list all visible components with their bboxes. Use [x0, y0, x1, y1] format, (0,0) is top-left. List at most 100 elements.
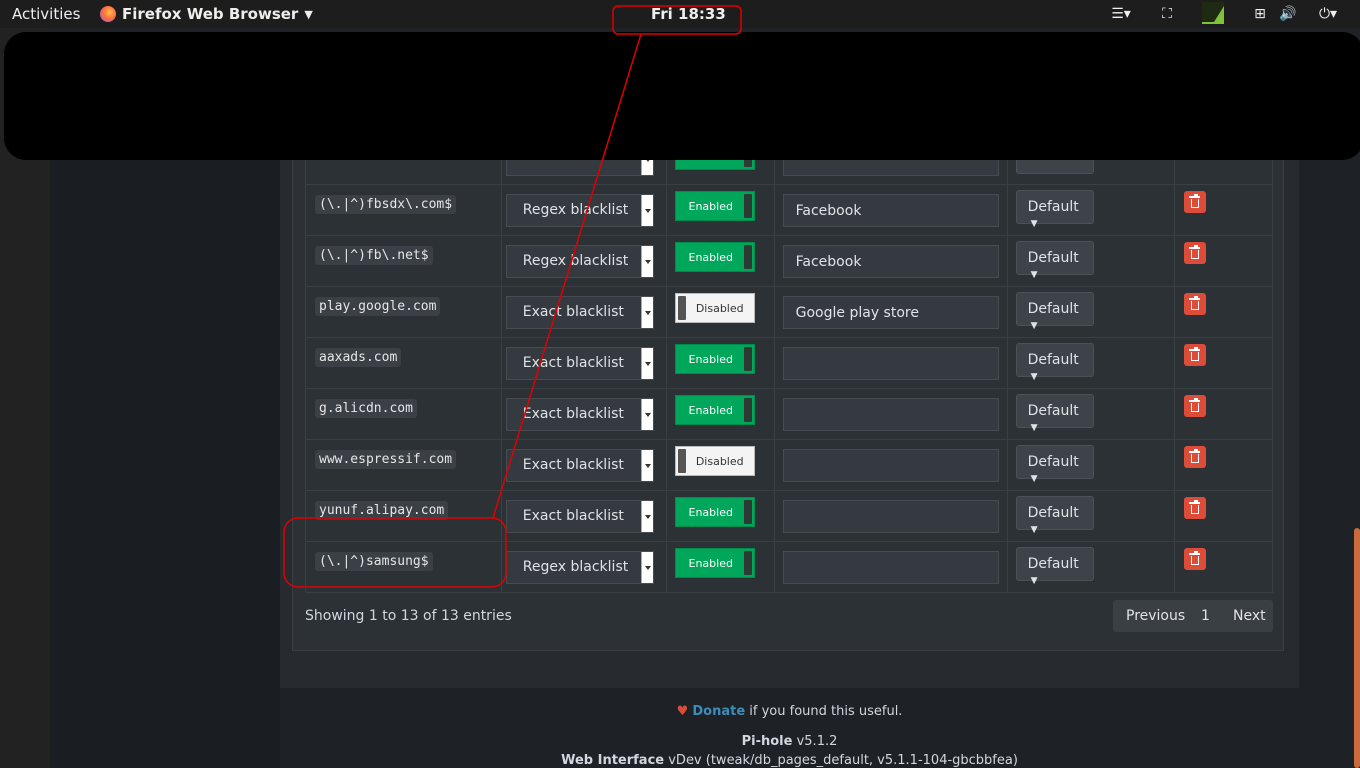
- group-label: Default: [1027, 555, 1079, 572]
- gnome-top-bar: Activities Firefox Web Browser ▼ Fri 18:…: [0, 0, 1360, 28]
- trash-icon: [1189, 194, 1201, 208]
- status-toggle[interactable]: Enabled: [674, 497, 755, 527]
- delete-button[interactable]: [1184, 344, 1207, 366]
- pihole-label: Pi-hole: [741, 734, 793, 749]
- caret-down-icon: ▼: [1030, 218, 1038, 229]
- trash-icon: [1189, 500, 1201, 514]
- type-select-value: Exact blacklist: [522, 303, 624, 320]
- type-select[interactable]: Exact blacklist: [505, 448, 654, 482]
- status-label: Disabled: [695, 455, 744, 468]
- network-icon[interactable]: ⊞: [1250, 4, 1270, 24]
- group-button[interactable]: Default ▼: [1015, 546, 1094, 586]
- previous-button[interactable]: Previous: [1126, 608, 1185, 624]
- group-button[interactable]: Default ▼: [1015, 342, 1094, 382]
- type-select[interactable]: Exact blacklist: [505, 295, 654, 329]
- caret-down-icon: ▼: [1030, 575, 1038, 586]
- domain-code: g.alicdn.com: [315, 399, 417, 418]
- web-interface-version-line: Web Interface vDev (tweak/db_pages_defau…: [280, 753, 1299, 768]
- delete-button[interactable]: [1184, 242, 1207, 264]
- power-icon[interactable]: ⏻▾: [1308, 4, 1348, 24]
- comment-input[interactable]: Google play store: [782, 295, 999, 329]
- status-label: Enabled: [688, 251, 733, 264]
- comment-input[interactable]: [782, 550, 999, 584]
- status-label: Enabled: [688, 557, 733, 570]
- table-row: play.google.com Exact blacklist Disabled…: [305, 286, 1273, 338]
- table-row: g.alicdn.com Exact blacklist Enabled Def…: [305, 388, 1273, 440]
- comment-input[interactable]: Facebook: [782, 193, 999, 227]
- domain-code: (\.|^)samsung$: [315, 552, 433, 571]
- status-toggle[interactable]: Enabled: [674, 344, 755, 374]
- table-row: (\.|^)samsung$ Regex blacklist Enabled D…: [305, 541, 1273, 593]
- domain-code: yunuf.alipay.com: [315, 501, 449, 520]
- type-select[interactable]: Exact blacklist: [505, 499, 654, 533]
- next-button[interactable]: Next: [1233, 608, 1266, 624]
- status-toggle[interactable]: Enabled: [674, 548, 755, 578]
- app-menu-button[interactable]: Firefox Web Browser ▼: [100, 5, 313, 23]
- group-button[interactable]: Default ▼: [1015, 393, 1094, 433]
- donate-line: ♥ Donate if you found this useful.: [280, 704, 1299, 719]
- donate-link[interactable]: Donate: [692, 704, 745, 719]
- menu-icon[interactable]: ☰▾: [1108, 4, 1134, 24]
- app-name: Firefox Web Browser: [122, 5, 299, 23]
- status-toggle[interactable]: Enabled: [674, 191, 755, 221]
- status-toggle[interactable]: Disabled: [674, 446, 755, 476]
- table-row: (\.|^)fbsdx\.com$ Regex blacklist Enable…: [305, 184, 1273, 236]
- delete-button[interactable]: [1184, 548, 1207, 570]
- comment-input[interactable]: [782, 397, 999, 431]
- status-toggle[interactable]: Disabled: [674, 293, 755, 323]
- group-label: Default: [1027, 198, 1079, 215]
- footer: ♥ Donate if you found this useful. Pi-ho…: [280, 688, 1299, 768]
- domain-code: (\.|^)fbsdx\.com$: [315, 195, 457, 214]
- status-toggle[interactable]: Enabled: [674, 395, 755, 425]
- table-row: www.espressif.com Exact blacklist Disabl…: [305, 439, 1273, 491]
- chevron-down-icon: ▼: [304, 7, 313, 21]
- type-select[interactable]: Exact blacklist: [505, 397, 654, 431]
- group-label: Default: [1027, 351, 1079, 368]
- system-monitor-graph[interactable]: [1202, 2, 1224, 24]
- comment-input[interactable]: Facebook: [782, 244, 999, 278]
- domain-code: play.google.com: [315, 297, 441, 316]
- comment-input[interactable]: [782, 499, 999, 533]
- status-toggle[interactable]: Enabled: [674, 242, 755, 272]
- delete-button[interactable]: [1184, 395, 1207, 417]
- pihole-version[interactable]: v5.1.2: [797, 734, 838, 749]
- group-button[interactable]: Default ▼: [1015, 291, 1094, 331]
- group-button[interactable]: Default ▼: [1015, 444, 1094, 484]
- sidebar: [50, 160, 280, 768]
- comment-input[interactable]: [782, 448, 999, 482]
- system-monitor-icon: [1202, 2, 1224, 24]
- trash-icon: [1189, 449, 1201, 463]
- scrollbar-thumb[interactable]: [1354, 528, 1360, 768]
- screen-icon[interactable]: ⛶: [1156, 4, 1178, 24]
- delete-button[interactable]: [1184, 293, 1207, 315]
- clock[interactable]: Fri 18:33: [651, 5, 726, 23]
- group-label: Default: [1027, 402, 1079, 419]
- group-button[interactable]: Default ▼: [1015, 240, 1094, 280]
- type-select[interactable]: Exact blacklist: [505, 346, 654, 380]
- activities-button[interactable]: Activities: [12, 5, 80, 23]
- domain-code: (\.|^)fb\.net$: [315, 246, 433, 265]
- type-select[interactable]: Regex blacklist: [505, 244, 654, 278]
- page-1-button[interactable]: 1: [1201, 608, 1210, 624]
- heart-icon: ♥: [676, 704, 689, 719]
- type-select-value: Exact blacklist: [522, 354, 624, 371]
- delete-button[interactable]: [1184, 191, 1207, 213]
- status-label: Enabled: [688, 506, 733, 519]
- caret-down-icon: ▼: [1030, 269, 1038, 280]
- group-label: Default: [1027, 249, 1079, 266]
- delete-button[interactable]: [1184, 497, 1207, 519]
- donate-suffix: if you found this useful.: [749, 704, 903, 719]
- pagination: Previous 1 Next: [1113, 600, 1273, 632]
- delete-button[interactable]: [1184, 446, 1207, 468]
- web-interface-label: Web Interface: [561, 753, 665, 768]
- volume-icon[interactable]: 🔊: [1278, 4, 1298, 24]
- type-select[interactable]: Regex blacklist: [505, 550, 654, 584]
- domain-code: aaxads.com: [315, 348, 402, 367]
- caret-down-icon: ▼: [1030, 371, 1038, 382]
- group-button[interactable]: Default ▼: [1015, 495, 1094, 535]
- group-button[interactable]: Default ▼: [1015, 189, 1094, 229]
- web-interface-version[interactable]: vDev (tweak/db_pages_default, v5.1.1-104…: [668, 753, 1018, 768]
- group-label: Default: [1027, 453, 1079, 470]
- type-select[interactable]: Regex blacklist: [505, 193, 654, 227]
- comment-input[interactable]: [782, 346, 999, 380]
